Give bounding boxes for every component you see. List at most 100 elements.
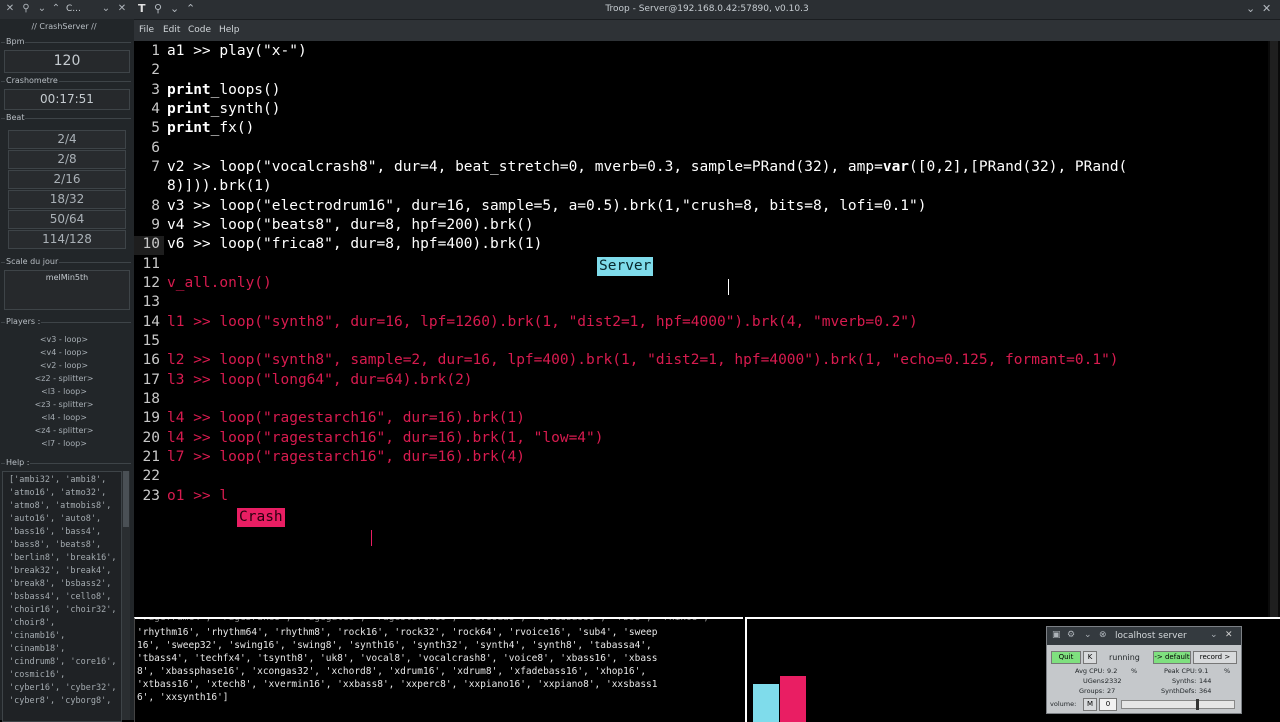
code-line: o1 >> l	[167, 488, 229, 504]
editor-scroll-thumb[interactable]	[1270, 41, 1278, 617]
code-line: l1 >> loop("synth8", dur=16, lpf=1260).b…	[167, 314, 918, 330]
code-line: v4 >> loop("beats8", dur=8, hpf=200).brk…	[167, 217, 534, 233]
volume-label: volume:	[1050, 700, 1077, 708]
minimize-icon[interactable]: ⌄	[1246, 2, 1255, 16]
volume-slider-handle[interactable]	[1196, 699, 1199, 710]
keyword-print: print	[167, 101, 211, 117]
console-output[interactable]: 'rageframe4', 'ragebrake8', 'ragegate8',…	[134, 617, 743, 722]
peer-tag-crash: Crash	[237, 508, 285, 527]
groups-value: 27	[1107, 687, 1116, 695]
minimize-icon[interactable]: ⌄	[100, 3, 112, 15]
line-number: 16	[142, 352, 160, 368]
keyword-print: print	[167, 120, 211, 136]
keyword-print: print	[167, 82, 211, 98]
synths-label: Synths:	[1172, 677, 1197, 685]
bpm-value[interactable]: 120	[4, 50, 130, 73]
beat-section: Beat	[1, 113, 131, 122]
line-number: 18	[142, 391, 160, 407]
close-icon[interactable]: ✕	[1262, 2, 1271, 16]
help-section: Help :	[1, 458, 131, 467]
avg-cpu-value: 9.2	[1107, 667, 1118, 675]
server-activity-bar	[753, 684, 779, 722]
scale-box: melMin5th	[4, 270, 130, 310]
volume-slider[interactable]	[1121, 699, 1235, 710]
crash-caret	[371, 530, 372, 546]
help-textbox[interactable]: ['ambi32', 'ambi8', 'atmo16', 'atmo32', …	[2, 471, 122, 722]
help-line: 'bass8', 'beats8',	[9, 540, 102, 550]
player-item: <z4 - splitter>	[34, 426, 94, 435]
line-number: 9	[151, 217, 160, 233]
pin-icon[interactable]: ⚲	[20, 3, 32, 15]
close-circle-icon[interactable]: ⊗	[1099, 630, 1107, 640]
chevron-up-icon[interactable]: ⌃	[50, 3, 62, 15]
help-scrollbar[interactable]	[122, 471, 130, 720]
bpm-section: Bpm	[1, 37, 131, 46]
help-line: 'berlin8', 'break16',	[9, 553, 117, 563]
gear-icon[interactable]: ⚙	[1067, 630, 1075, 640]
menu-help[interactable]: Help	[219, 25, 240, 35]
minimize-icon[interactable]: ⌄	[1210, 630, 1218, 640]
help-line: 'cosmic16',	[9, 670, 66, 680]
synthdefs-label: SynthDefs:	[1161, 687, 1197, 695]
line-number: 21	[142, 449, 160, 465]
console-line: 'xtbass16', 'xtech8', 'xvermin16', 'xxba…	[137, 679, 658, 690]
quit-button[interactable]: Quit	[1051, 651, 1081, 664]
code-line: l4 >> loop("ragestarch16", dur=16).brk(1…	[167, 430, 604, 446]
peak-cpu-value: 9.1	[1198, 667, 1209, 675]
record-button[interactable]: record >	[1193, 651, 1237, 664]
code-line: l2 >> loop("synth8", sample=2, dur=16, l…	[167, 352, 1119, 368]
default-server-button[interactable]: -> default	[1153, 651, 1191, 664]
line-number: 17	[142, 372, 160, 388]
code-line: v3 >> loop("electrodrum16", dur=16, samp…	[167, 198, 927, 214]
line-number: 1	[151, 43, 160, 59]
code-line: l7 >> loop("ragestarch16", dur=16).brk(4…	[167, 449, 525, 465]
chrono-section: Crashometre	[1, 76, 131, 85]
beat-button-2-4[interactable]: 2/4	[8, 130, 126, 149]
editor-scrollbar[interactable]	[1268, 41, 1280, 617]
code-line: v_all.only()	[167, 275, 272, 291]
help-label: Help :	[5, 458, 31, 467]
beat-button-18-32[interactable]: 18/32	[8, 190, 126, 209]
beat-button-114-128[interactable]: 114/128	[8, 230, 126, 249]
menu-edit[interactable]: Edit	[163, 25, 180, 35]
avg-cpu-label: Avg CPU:	[1075, 667, 1105, 675]
help-line: ['ambi32', 'ambi8',	[9, 475, 107, 485]
line-number: 6	[151, 140, 160, 156]
player-item: <v2 - loop>	[39, 361, 89, 370]
beat-button-2-16[interactable]: 2/16	[8, 170, 126, 189]
k-button[interactable]: K	[1083, 651, 1097, 664]
help-line: 'bsbass4', 'cello8',	[9, 592, 112, 602]
beat-button-50-64[interactable]: 50/64	[8, 210, 126, 229]
console-line: 16', 'sweep32', 'swing16', 'swing8', 'sy…	[137, 640, 652, 651]
help-scroll-thumb[interactable]	[123, 471, 129, 527]
crashserver-titlebar: ✕ ⚲ ⌄ ⌃ C... ⌄ ✕	[0, 0, 134, 20]
beat-button-2-8[interactable]: 2/8	[8, 150, 126, 169]
bpm-label: Bpm	[5, 37, 26, 46]
groups-label: Groups:	[1079, 687, 1105, 695]
close-icon[interactable]: ✕	[1225, 630, 1233, 640]
help-line: 'cinamb16',	[9, 631, 66, 641]
line-number: 20	[142, 430, 160, 446]
mute-button[interactable]: M	[1083, 698, 1097, 711]
console-line: 'tbass4', 'techfx4', 'tsynth8', 'uk8', '…	[137, 653, 658, 664]
code-text: _fx()	[210, 120, 255, 136]
help-line: 'cindrum8', 'core16',	[9, 657, 117, 667]
volume-number-field[interactable]: 0	[1099, 698, 1117, 711]
chrono-label: Crashometre	[5, 76, 59, 85]
menu-file[interactable]: File	[139, 25, 154, 35]
code-line: print_fx()	[167, 120, 254, 136]
code-text: _loops()	[210, 82, 281, 98]
menu-code[interactable]: Code	[188, 25, 211, 35]
crash-activity-bar	[780, 676, 806, 722]
chevron-down-icon[interactable]: ⌄	[1084, 630, 1092, 640]
help-line: 'cyber8', 'cyborg8',	[9, 696, 112, 706]
chevron-down-icon[interactable]: ⌄	[36, 3, 48, 15]
player-item: <v3 - loop>	[39, 335, 89, 344]
code-editor[interactable]: 1 a1 >> play("x-") 2 3 print_loops() 4 p…	[134, 41, 1280, 617]
code-line-wrapped: 8)])).brk(1)	[167, 178, 272, 194]
close-icon[interactable]: ✕	[116, 3, 128, 15]
help-line: 'cyber16', 'cyber32',	[9, 683, 117, 693]
console-line: 8', 'xbassphase16', 'xcongas32', 'xchord…	[137, 666, 647, 677]
sc-window-title: localhost server	[1115, 631, 1187, 641]
code-line: v2 >> loop("vocalcrash8", dur=4, beat_st…	[167, 159, 1127, 175]
